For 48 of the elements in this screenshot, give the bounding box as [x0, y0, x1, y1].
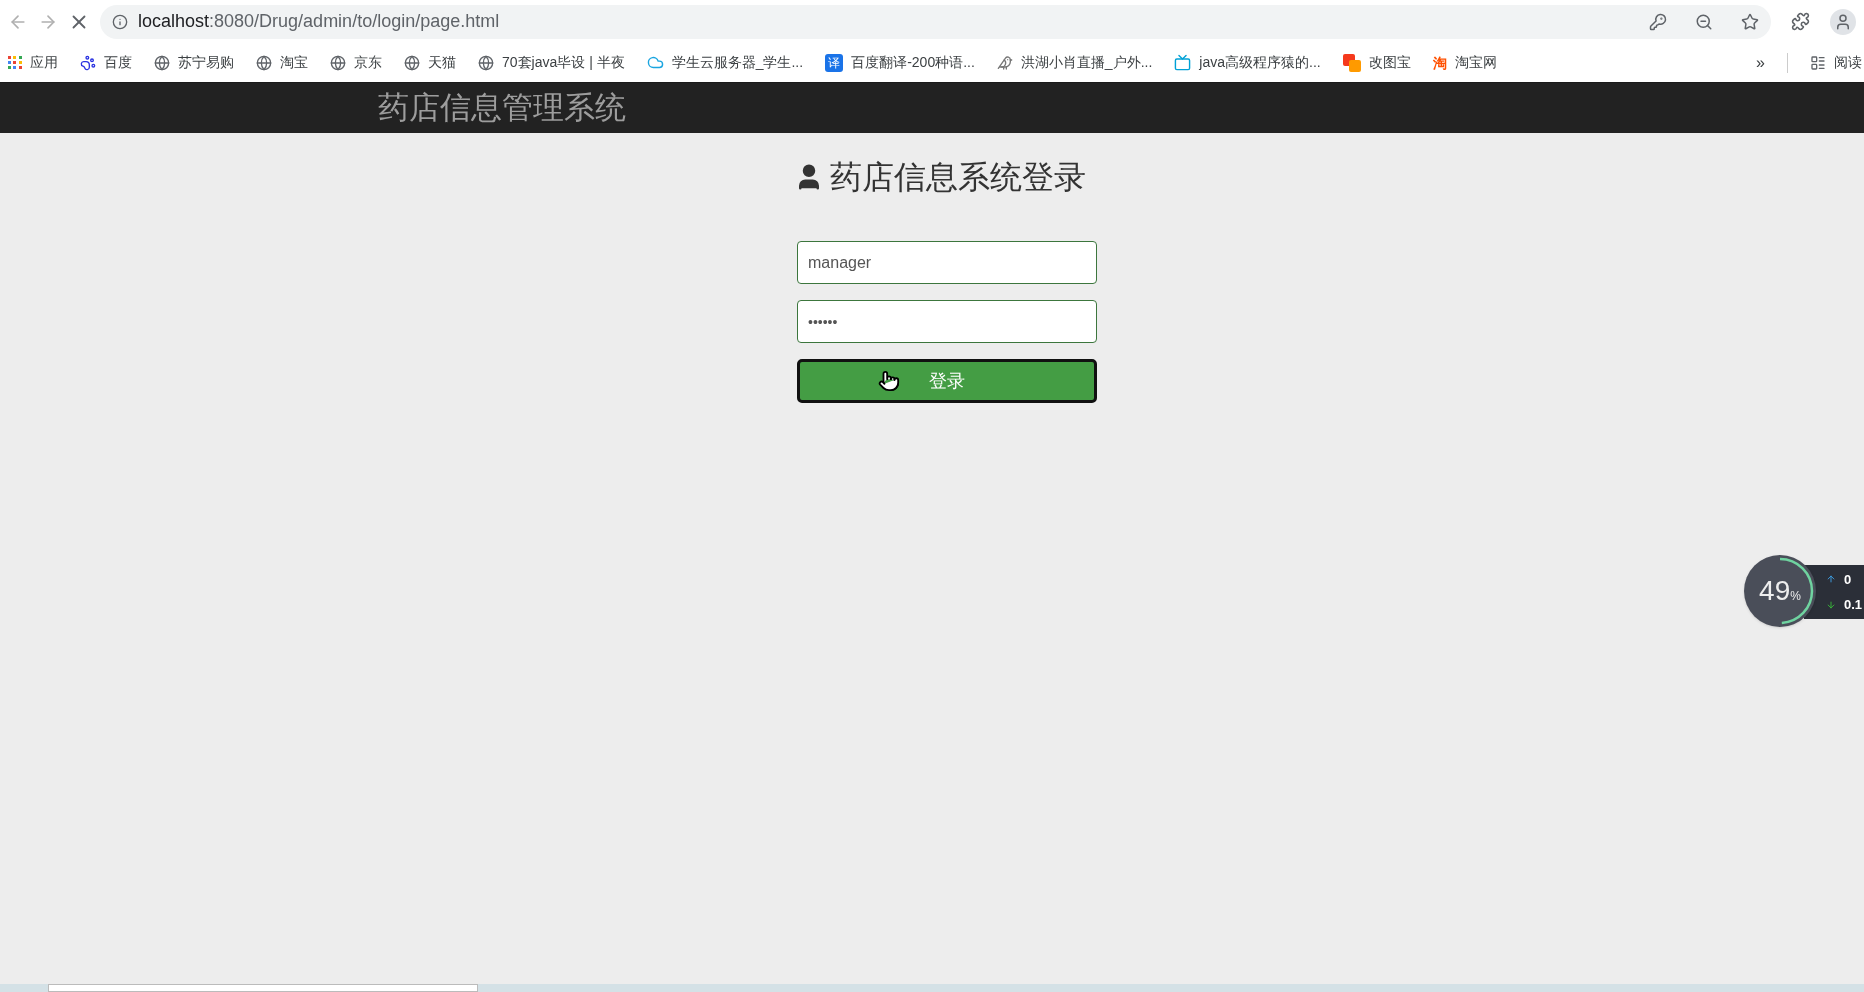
bookmark-item[interactable]: 洪湖小肖直播_户外...: [996, 52, 1153, 73]
taobao-icon: 淘: [1432, 55, 1447, 70]
usage-percent: 49%: [1759, 574, 1801, 608]
address-bar[interactable]: localhost:8080/Drug/admin/to/login/page.html: [100, 4, 1771, 39]
bookmark-item[interactable]: 改图宝: [1342, 52, 1411, 73]
usage-gauge[interactable]: 49%: [1744, 555, 1816, 627]
bookmark-item[interactable]: 天猫: [404, 52, 456, 73]
extensions-icon[interactable]: [1791, 12, 1810, 31]
bookmark-item[interactable]: 淘 淘宝网: [1432, 52, 1497, 73]
bookmark-item[interactable]: 京东: [330, 52, 382, 73]
bookmark-item[interactable]: 译 百度翻译-200种语...: [825, 52, 975, 73]
tv-icon: [1174, 54, 1192, 71]
bookmark-item[interactable]: 应用: [8, 52, 58, 73]
download-arrow-icon: [1826, 599, 1836, 610]
globe-icon: [404, 54, 420, 71]
bird-icon: [996, 54, 1013, 71]
bookmarks-overflow[interactable]: »: [1756, 50, 1765, 75]
site-title[interactable]: 药店信息管理系统: [378, 84, 626, 132]
upload-arrow-icon: [1826, 574, 1836, 585]
url-text: localhost:8080/Drug/admin/to/login/page.html: [138, 10, 500, 33]
download-speed: 0.1: [1844, 596, 1863, 614]
username-field[interactable]: manager: [797, 241, 1097, 284]
info-icon: [112, 13, 128, 30]
hand-cursor-icon: [878, 370, 900, 392]
paw-icon: [80, 54, 96, 71]
upload-speed: 0: [1844, 570, 1852, 589]
reading-list[interactable]: 阅读: [1810, 52, 1864, 73]
login-heading: 药店信息系统登录: [830, 158, 1086, 197]
key-icon[interactable]: [1649, 12, 1667, 31]
bookmark-item[interactable]: 百度: [80, 52, 132, 73]
reading-list-icon: [1810, 54, 1826, 71]
bookmark-item[interactable]: 70套java毕设 | 半夜: [478, 52, 625, 73]
globe-icon: [256, 54, 272, 71]
bookmark-item[interactable]: 淘宝: [256, 52, 308, 73]
profile-avatar[interactable]: [1830, 8, 1856, 35]
bookmark-item[interactable]: 苏宁易购: [154, 52, 234, 73]
zoom-out-icon[interactable]: [1695, 12, 1713, 31]
cloud-icon: [646, 54, 664, 71]
star-icon[interactable]: [1741, 12, 1759, 31]
bookmark-item[interactable]: java高级程序猿的...: [1174, 52, 1321, 73]
apps-grid-icon: [8, 55, 22, 70]
password-field[interactable]: ••••••: [797, 300, 1097, 343]
globe-icon: [154, 54, 170, 71]
translate-icon: 译: [825, 53, 844, 72]
globe-icon: [478, 54, 494, 71]
squares-icon: [1342, 53, 1361, 72]
bookmark-item[interactable]: 学生云服务器_学生...: [646, 52, 804, 73]
globe-icon: [330, 54, 346, 71]
